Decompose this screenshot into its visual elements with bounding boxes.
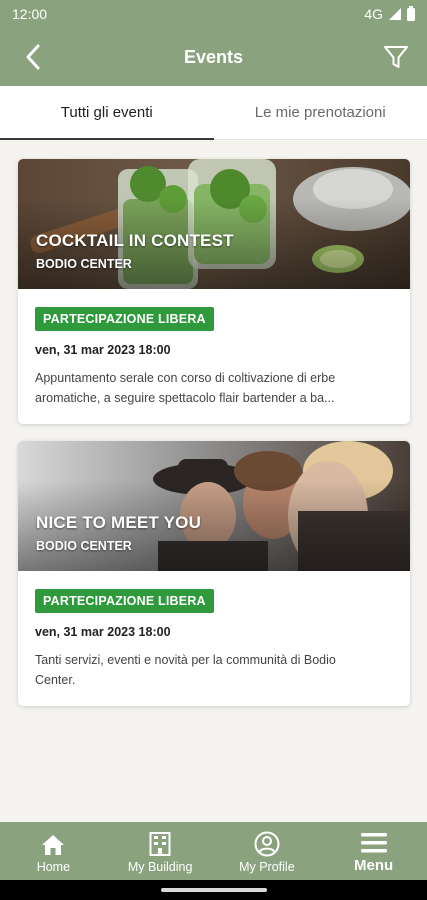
event-details: PARTECIPAZIONE LIBERA ven, 31 mar 2023 1… bbox=[18, 289, 410, 424]
event-date: ven, 31 mar 2023 18:00 bbox=[35, 625, 171, 639]
signal-icon bbox=[389, 8, 401, 20]
event-card[interactable]: COCKTAIL IN CONTEST BODIO CENTER PARTECI… bbox=[18, 159, 410, 424]
nav-label: Home bbox=[36, 860, 71, 874]
app-bar: Events bbox=[0, 28, 427, 86]
status-time: 12:00 bbox=[12, 6, 48, 22]
tab-my-bookings[interactable]: Le mie prenotazioni bbox=[214, 86, 427, 139]
event-list: COCKTAIL IN CONTEST BODIO CENTER PARTECI… bbox=[18, 159, 410, 723]
event-location: BODIO CENTER bbox=[36, 257, 132, 271]
event-description-line: Center. bbox=[35, 673, 76, 687]
event-description: Tanti servizi, eventi e novità per la co… bbox=[35, 650, 393, 690]
bottom-nav: Home My Building My Profile Menu bbox=[0, 822, 427, 880]
event-details: PARTECIPAZIONE LIBERA ven, 31 mar 2023 1… bbox=[18, 571, 410, 706]
event-date: ven, 31 mar 2023 18:00 bbox=[35, 343, 171, 357]
menu-icon bbox=[360, 833, 387, 853]
back-arrow-icon bbox=[26, 44, 40, 70]
event-image: NICE TO MEET YOU BODIO CENTER bbox=[18, 441, 410, 571]
tab-all-events[interactable]: Tutti gli eventi bbox=[0, 86, 214, 140]
event-description-line: Appuntamento serale con corso di coltiva… bbox=[35, 371, 336, 385]
filter-button[interactable] bbox=[379, 40, 413, 74]
event-image: COCKTAIL IN CONTEST BODIO CENTER bbox=[18, 159, 410, 289]
page-title: Events bbox=[183, 46, 244, 67]
event-card[interactable]: NICE TO MEET YOU BODIO CENTER PARTECIPAZ… bbox=[18, 441, 410, 706]
back-button[interactable] bbox=[16, 40, 50, 74]
profile-icon bbox=[254, 831, 280, 857]
tab-bar: Tutti gli eventi Le mie prenotazioni bbox=[0, 86, 427, 140]
status-bar: 12:00 4G bbox=[0, 0, 427, 28]
participation-badge: PARTECIPAZIONE LIBERA bbox=[35, 589, 214, 613]
home-indicator[interactable] bbox=[160, 888, 267, 892]
nav-home[interactable]: Home bbox=[0, 822, 107, 880]
nav-my-profile[interactable]: My Profile bbox=[214, 822, 321, 880]
event-location: BODIO CENTER bbox=[36, 539, 132, 553]
nav-label: My Profile bbox=[239, 860, 295, 874]
event-description-line: Tanti servizi, eventi e novità per la co… bbox=[35, 653, 336, 667]
event-description: Appuntamento serale con corso di coltiva… bbox=[35, 368, 393, 408]
status-icons: 4G bbox=[364, 5, 415, 22]
nav-menu[interactable]: Menu bbox=[320, 822, 427, 880]
participation-badge: PARTECIPAZIONE LIBERA bbox=[35, 307, 214, 331]
home-icon bbox=[42, 835, 65, 855]
filter-icon bbox=[384, 46, 408, 68]
battery-icon bbox=[407, 5, 415, 21]
building-icon bbox=[149, 832, 171, 856]
event-title: NICE TO MEET YOU bbox=[36, 513, 202, 532]
nav-label: My Building bbox=[127, 860, 193, 874]
gesture-bar bbox=[0, 880, 427, 900]
network-type: 4G bbox=[364, 6, 383, 22]
nav-my-building[interactable]: My Building bbox=[107, 822, 214, 880]
nav-label: Menu bbox=[354, 857, 394, 874]
event-description-line: aromatiche, a seguire spettacolo flair b… bbox=[35, 391, 335, 405]
event-title: COCKTAIL IN CONTEST bbox=[36, 231, 234, 250]
